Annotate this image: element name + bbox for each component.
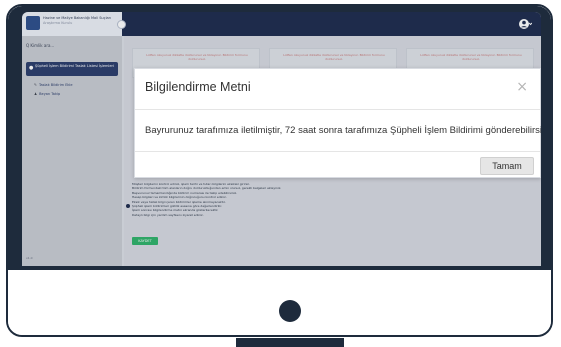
screen-bezel: Hazine ve Maliye Bakanlığı Mali Suçları … (8, 6, 551, 270)
info-modal: Bilgilendirme Metni × Bayrurunuz tarafım… (134, 68, 541, 178)
modal-divider (135, 109, 540, 110)
modal-message: Bayrurunuz tarafımıza iletilmiştir, 72 s… (145, 125, 541, 136)
monitor-frame: Hazine ve Maliye Bakanlığı Mali Suçları … (6, 4, 553, 337)
modal-title: Bilgilendirme Metni (145, 80, 251, 94)
power-button-icon (279, 300, 301, 322)
close-icon[interactable]: × (516, 79, 528, 95)
screen: Hazine ve Maliye Bakanlığı Mali Suçları … (22, 12, 541, 266)
monitor-stand (236, 338, 344, 347)
modal-divider (135, 151, 540, 152)
ok-button[interactable]: Tamam (480, 157, 534, 175)
monitor-chin (8, 270, 551, 335)
